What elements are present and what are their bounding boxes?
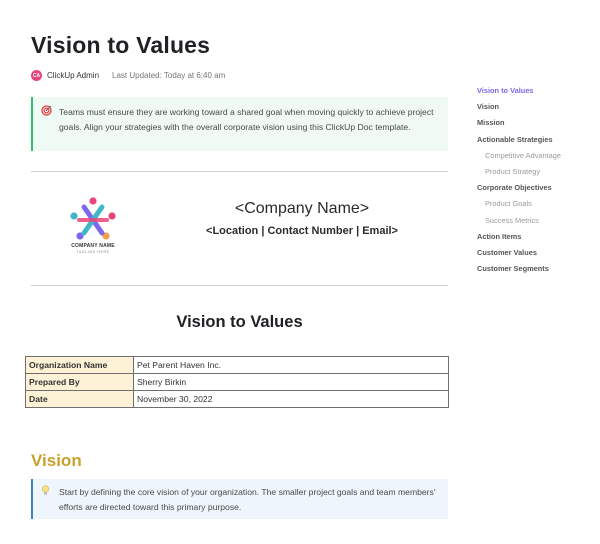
vision-callout[interactable]: Start by defining the core vision of you… (31, 479, 448, 519)
toc-item-product-goals[interactable]: Product Goals (485, 199, 532, 208)
lightbulb-icon (41, 485, 55, 519)
logo-tagline: TAGLINE HERE (76, 250, 110, 254)
target-icon (41, 105, 55, 151)
logo-company-name: COMPANY NAME (71, 243, 115, 249)
vision-callout-text: Start by defining the core vision of you… (59, 487, 436, 512)
table-row: Organization Name Pet Parent Haven Inc. (25, 356, 449, 374)
divider (31, 285, 448, 286)
toc-item-customer-segments[interactable]: Customer Segments (477, 264, 549, 273)
toc-item-competitive-advantage[interactable]: Competitive Advantage (485, 151, 561, 160)
table-cell-label[interactable]: Organization Name (25, 356, 134, 374)
doc-meta: CA ClickUp Admin Last Updated: Today at … (31, 70, 225, 81)
table-cell-value[interactable]: November 30, 2022 (133, 390, 449, 408)
info-table: Organization Name Pet Parent Haven Inc. … (25, 356, 449, 408)
toc-item-customer-values[interactable]: Customer Values (477, 248, 537, 257)
vision-heading: Vision (31, 451, 82, 470)
toc-item-actionable-strategies[interactable]: Actionable Strategies (477, 135, 553, 144)
intro-callout[interactable]: Teams must ensure they are working towar… (31, 97, 448, 151)
table-cell-label[interactable]: Date (25, 390, 134, 408)
table-cell-label[interactable]: Prepared By (25, 373, 134, 391)
section-subtitle: Vision to Values (176, 313, 303, 331)
page-title: Vision to Values (31, 32, 211, 58)
intro-callout-text: Teams must ensure they are working towar… (59, 107, 434, 132)
toc-item-action-items[interactable]: Action Items (477, 232, 521, 241)
table-row: Prepared By Sherry Birkin (25, 373, 449, 391)
toc-item-success-metrics[interactable]: Success Metrics (485, 216, 539, 225)
divider (31, 171, 448, 172)
avatar[interactable]: CA (31, 70, 42, 81)
toc-item-vision[interactable]: Vision (477, 102, 499, 111)
table-row: Date November 30, 2022 (25, 390, 449, 408)
toc-item-corporate-objectives[interactable]: Corporate Objectives (477, 183, 552, 192)
company-name-placeholder[interactable]: <Company Name> (160, 200, 444, 218)
toc-item-mission[interactable]: Mission (477, 118, 505, 127)
table-cell-value[interactable]: Pet Parent Haven Inc. (133, 356, 449, 374)
table-cell-value[interactable]: Sherry Birkin (133, 373, 449, 391)
toc-item-vision-to-values[interactable]: Vision to Values (477, 86, 534, 95)
contact-line-placeholder[interactable]: <Location | Contact Number | Email> (160, 225, 444, 237)
author-name[interactable]: ClickUp Admin (47, 71, 99, 80)
last-updated: Last Updated: Today at 6:40 am (112, 71, 226, 80)
toc-item-product-strategy[interactable]: Product Strategy (485, 167, 540, 176)
